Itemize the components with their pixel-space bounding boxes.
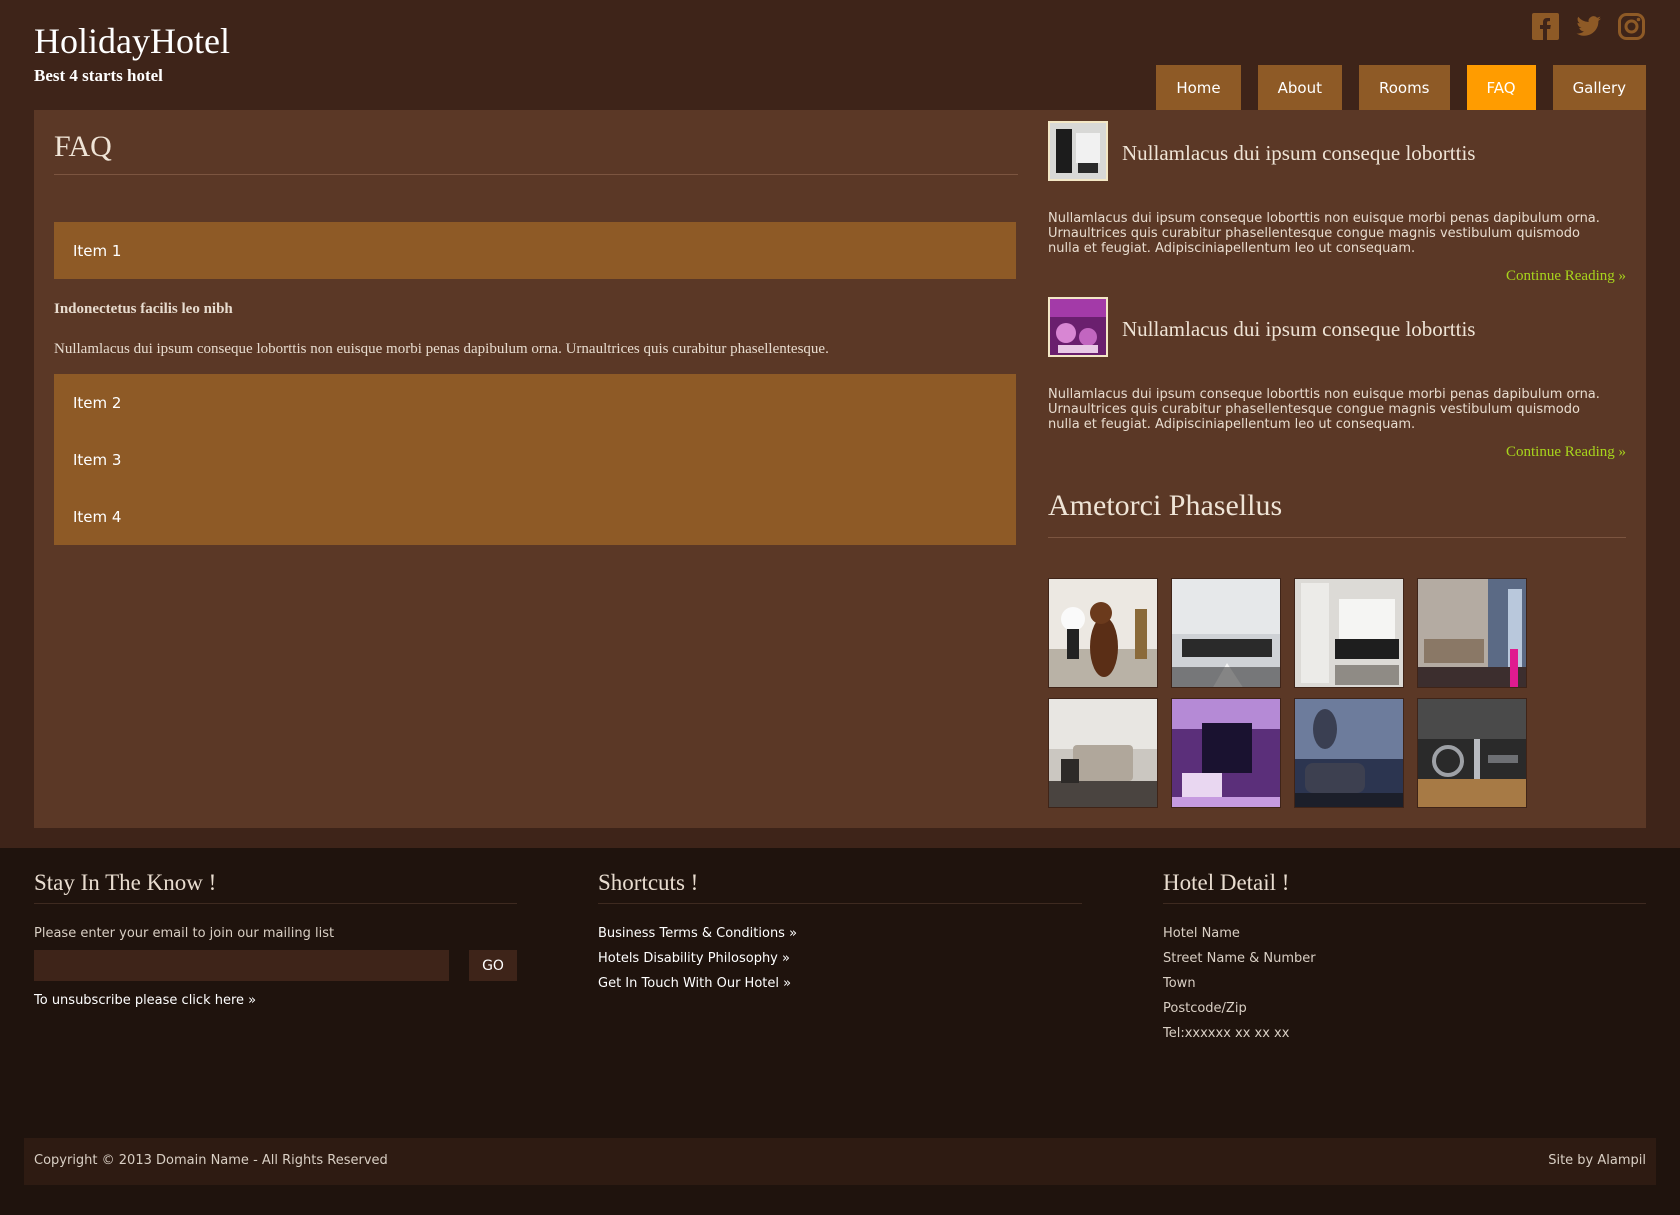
hotel-street: Street Name & Number bbox=[1163, 951, 1316, 966]
continue-reading-link[interactable]: Continue Reading » bbox=[1506, 268, 1626, 285]
gallery-thumbnail[interactable] bbox=[1294, 698, 1404, 808]
post-excerpt: Nullamlacus dui ipsum conseque loborttis… bbox=[1048, 211, 1600, 256]
gallery-thumbnail[interactable] bbox=[1171, 698, 1281, 808]
main-nav: Home About Rooms FAQ Gallery bbox=[1156, 65, 1646, 110]
shortcut-link-terms[interactable]: Business Terms & Conditions » bbox=[598, 926, 797, 941]
faq-item-3[interactable]: Item 3 bbox=[54, 431, 1016, 488]
gallery-thumbnail[interactable] bbox=[1171, 578, 1281, 688]
gallery-thumbnail[interactable] bbox=[1417, 578, 1527, 688]
faq-item-1[interactable]: Item 1 bbox=[54, 222, 1016, 279]
social-links bbox=[1531, 12, 1646, 41]
continue-reading-link[interactable]: Continue Reading » bbox=[1506, 444, 1626, 461]
hotel-phone: Tel:xxxxxx xx xx xx bbox=[1163, 1026, 1290, 1041]
main-content: FAQ Item 1 Indonectetus facilis leo nibh… bbox=[34, 110, 1646, 828]
nav-faq[interactable]: FAQ bbox=[1466, 65, 1536, 110]
faq-answer-text: Nullamlacus dui ipsum conseque loborttis… bbox=[54, 341, 829, 357]
go-button[interactable]: GO bbox=[469, 950, 517, 981]
site-title[interactable]: HolidayHotel bbox=[34, 20, 230, 62]
gallery-thumbnail[interactable] bbox=[1294, 578, 1404, 688]
instagram-icon[interactable] bbox=[1617, 12, 1646, 41]
shortcuts-title: Shortcuts ! bbox=[598, 870, 699, 895]
post-thumbnail[interactable] bbox=[1048, 121, 1108, 181]
shortcut-link-disability[interactable]: Hotels Disability Philosophy » bbox=[598, 951, 790, 966]
hotel-name: Hotel Name bbox=[1163, 926, 1240, 941]
nav-rooms[interactable]: Rooms bbox=[1358, 65, 1450, 110]
site-footer: Stay In The Know ! Please enter your ema… bbox=[0, 848, 1680, 1215]
faq-item-2[interactable]: Item 2 bbox=[54, 374, 1016, 431]
hotel-postcode: Postcode/Zip bbox=[1163, 1001, 1247, 1016]
footer-divider bbox=[598, 903, 1082, 904]
post-title[interactable]: Nullamlacus dui ipsum conseque loborttis bbox=[1122, 317, 1475, 342]
faq-item-4[interactable]: Item 4 bbox=[54, 488, 1016, 545]
gallery-thumbnail[interactable] bbox=[1048, 578, 1158, 688]
email-field[interactable] bbox=[34, 950, 449, 981]
title-divider bbox=[54, 174, 1018, 175]
gallery-thumbnail[interactable] bbox=[1048, 698, 1158, 808]
gallery-title: Ametorci Phasellus bbox=[1048, 489, 1283, 522]
hotel-town: Town bbox=[1163, 976, 1196, 991]
faq-answer-heading: Indonectetus facilis leo nibh bbox=[54, 301, 233, 317]
post-thumbnail[interactable] bbox=[1048, 297, 1108, 357]
nav-about[interactable]: About bbox=[1257, 65, 1342, 110]
facebook-icon[interactable] bbox=[1531, 12, 1560, 41]
site-header: HolidayHotel Best 4 starts hotel Home Abo… bbox=[0, 0, 1680, 110]
gallery-thumbnail[interactable] bbox=[1417, 698, 1527, 808]
site-subtitle: Best 4 starts hotel bbox=[34, 66, 163, 85]
footer-divider bbox=[34, 903, 517, 904]
footer-divider bbox=[1163, 903, 1646, 904]
unsubscribe-link[interactable]: To unsubscribe please click here » bbox=[34, 993, 256, 1008]
hotel-detail-title: Hotel Detail ! bbox=[1163, 870, 1290, 895]
gallery-divider bbox=[1048, 537, 1626, 538]
copyright-bar: Copyright © 2013 Domain Name - All Right… bbox=[24, 1138, 1656, 1185]
newsletter-text: Please enter your email to join our mail… bbox=[34, 926, 335, 941]
site-credit[interactable]: Site by Alampil bbox=[1548, 1153, 1646, 1168]
nav-gallery[interactable]: Gallery bbox=[1552, 65, 1646, 110]
newsletter-title: Stay In The Know ! bbox=[34, 870, 217, 895]
post-excerpt: Nullamlacus dui ipsum conseque loborttis… bbox=[1048, 387, 1600, 432]
page-title: FAQ bbox=[54, 130, 112, 163]
faq-collapsed-group: Item 2 Item 3 Item 4 bbox=[54, 374, 1016, 545]
post-title[interactable]: Nullamlacus dui ipsum conseque loborttis bbox=[1122, 141, 1475, 166]
nav-home[interactable]: Home bbox=[1156, 65, 1241, 110]
copyright-text: Copyright © 2013 Domain Name - All Right… bbox=[34, 1153, 388, 1168]
twitter-icon[interactable] bbox=[1574, 12, 1603, 41]
shortcut-link-contact[interactable]: Get In Touch With Our Hotel » bbox=[598, 976, 791, 991]
